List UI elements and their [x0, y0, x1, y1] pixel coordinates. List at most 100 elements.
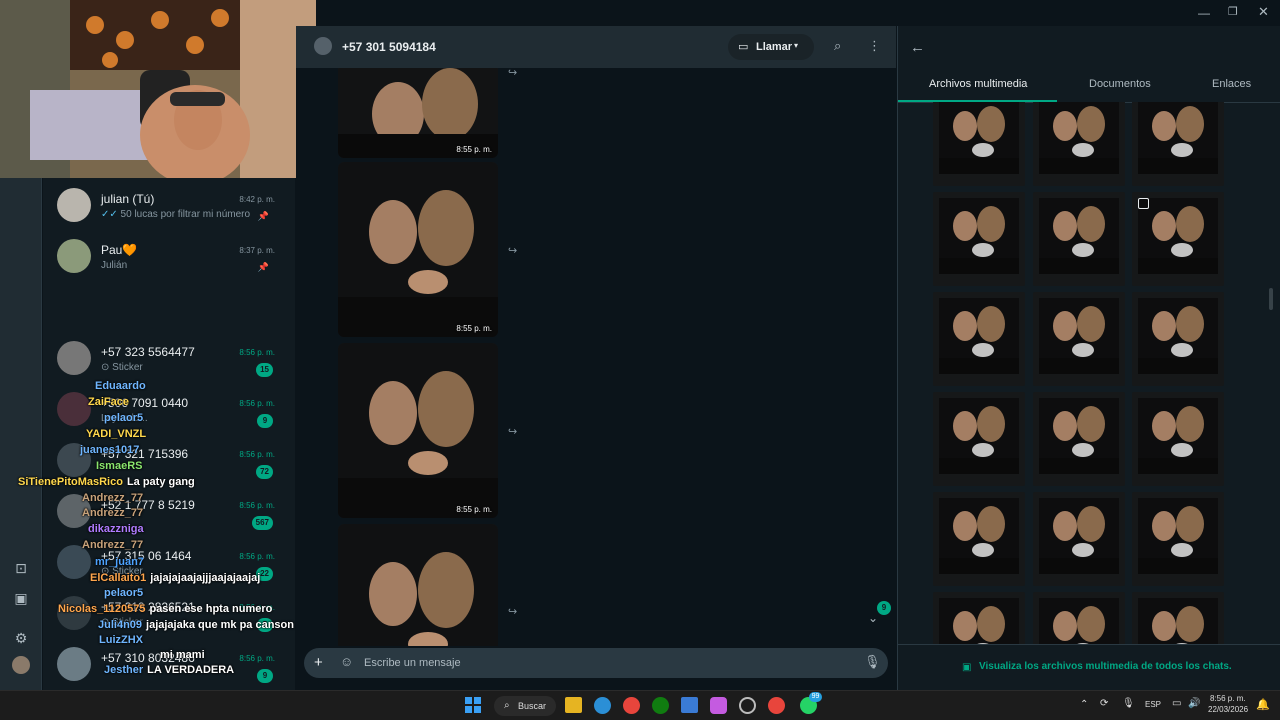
taskbar-search[interactable]: ⌕ Buscar: [494, 696, 556, 716]
minimize-icon[interactable]: —: [1198, 6, 1210, 20]
media-thumbnail[interactable]: [933, 492, 1025, 586]
microphone-icon[interactable]: 🎙: [864, 654, 881, 670]
media-thumbnail[interactable]: [933, 592, 1025, 644]
xbox-icon[interactable]: [652, 697, 669, 714]
edge-icon[interactable]: [594, 697, 611, 714]
volume-icon[interactable]: 🔊: [1188, 698, 1200, 709]
media-thumbnail[interactable]: [1033, 592, 1125, 644]
attach-plus-icon[interactable]: +: [314, 654, 323, 671]
scroll-down-icon[interactable]: ⌄: [868, 611, 878, 625]
thumbnail-image: [933, 192, 1025, 286]
avatar: [57, 188, 91, 222]
chrome-icon[interactable]: [623, 697, 640, 714]
forward-icon[interactable]: ↪: [508, 244, 517, 257]
image-message[interactable]: [338, 524, 498, 646]
pin-icon: 📌: [257, 262, 269, 272]
chat-name: julian (Tú): [101, 192, 155, 206]
emoji-icon[interactable]: ☺: [340, 654, 353, 669]
language-indicator[interactable]: ESP: [1145, 700, 1161, 709]
thumbnail-image: [1033, 292, 1125, 386]
media-thumbnail[interactable]: [933, 192, 1025, 286]
clock-time[interactable]: 8:56 p. m.: [1210, 694, 1246, 703]
search-label: Buscar: [518, 701, 547, 711]
chat-time: 8:56 p. m.: [239, 348, 275, 357]
back-arrow-icon[interactable]: ←: [910, 39, 925, 56]
message-input[interactable]: Escribe un mensaje: [364, 657, 461, 669]
media-thumbnail[interactable]: [1033, 492, 1125, 586]
chat-preview: ⊙ Sticker: [101, 362, 143, 373]
chat-item[interactable]: +57 323 5564477 ⊙ Sticker 8:56 p. m. 15: [43, 333, 295, 383]
stream-chat-line: Nicolas_1120575 pasen ese hpta numero: [58, 603, 273, 615]
tab-links[interactable]: Enlaces: [1212, 78, 1251, 90]
maximize-icon[interactable]: ❐: [1228, 5, 1238, 18]
thumbnail-image: [1132, 292, 1224, 386]
file-explorer-icon[interactable]: [565, 697, 582, 713]
copilot-icon[interactable]: [710, 697, 727, 714]
windows-start-icon[interactable]: [465, 697, 481, 713]
message-composer: + ☺ Escribe un mensaje 🎙: [304, 648, 888, 678]
stream-chat-line: Eduaardo: [95, 380, 146, 392]
thumbnail-image: [933, 492, 1025, 586]
forward-icon[interactable]: ↪: [508, 68, 517, 79]
thumbnail-image: [933, 392, 1025, 486]
call-button[interactable]: ▭ Llamar ▾: [728, 34, 814, 60]
stream-chat-line: YADI_VNZL: [86, 428, 147, 440]
chat-item[interactable]: Pau🧡 Julián 8:37 p. m. 📌: [43, 231, 295, 281]
notification-icon[interactable]: 🔔: [1256, 698, 1270, 711]
search-icon[interactable]: ⌕: [834, 38, 841, 54]
media-thumbnail[interactable]: [1132, 392, 1224, 486]
media-thumbnail[interactable]: [933, 392, 1025, 486]
tab-media[interactable]: Archivos multimedia: [929, 78, 1027, 90]
stream-chat-line: mr_juan7: [95, 556, 144, 568]
gallery-icon: ▣: [962, 662, 972, 673]
taskbar: ⌕ Buscar 99 ⌃ ⟳ 🎙 ESP ▭ 🔊 8:56 p. m. 22/…: [0, 690, 1280, 720]
thumbnail-image: [1033, 592, 1125, 644]
media-thumbnail[interactable]: [1132, 592, 1224, 644]
image-message[interactable]: 8:55 p. m.: [338, 68, 498, 158]
media-thumbnail[interactable]: [933, 102, 1025, 186]
chat-item[interactable]: julian (Tú) ✓✓ 50 lucas por filtrar mi n…: [43, 180, 295, 230]
image-message[interactable]: 8:55 p. m.: [338, 162, 498, 337]
forward-icon[interactable]: ↪: [508, 425, 517, 438]
mic-tray-icon[interactable]: 🎙: [1122, 698, 1135, 709]
network-icon[interactable]: ▭: [1172, 698, 1181, 709]
scrollbar-thumb[interactable]: [1269, 288, 1273, 310]
scrollbar[interactable]: [1269, 122, 1273, 642]
all-media-link[interactable]: Visualiza los archivos multimedia de tod…: [979, 661, 1232, 672]
media-thumbnail[interactable]: [1132, 492, 1224, 586]
whatsapp-badge: 99: [809, 692, 822, 702]
stream-chat-line: pelaor5: [104, 587, 144, 599]
tray-chevron-icon[interactable]: ⌃: [1080, 699, 1088, 710]
media-thumbnail[interactable]: [1033, 102, 1125, 186]
photos-icon[interactable]: [681, 697, 698, 713]
media-thumbnail[interactable]: [933, 292, 1025, 386]
obs-icon[interactable]: [739, 697, 756, 714]
contact-avatar[interactable]: [314, 37, 332, 55]
contact-title[interactable]: +57 301 5094184: [342, 40, 436, 54]
media-thumbnail[interactable]: [1132, 292, 1224, 386]
clock-date[interactable]: 22/03/2026: [1208, 705, 1248, 714]
menu-icon[interactable]: ⋮: [868, 38, 881, 54]
close-icon[interactable]: ✕: [1258, 4, 1269, 20]
stream-chat-line: ZaiFace: [88, 396, 129, 408]
select-checkbox[interactable]: [1138, 198, 1149, 209]
image-message[interactable]: 8:55 p. m.: [338, 343, 498, 518]
video-call-icon: ▭: [738, 41, 749, 53]
thumbnail-image: [933, 102, 1025, 186]
stream-chat-line: Juli4n09 jajajajaka que mk pa canson: [98, 619, 294, 631]
media-thumbnail[interactable]: [1033, 292, 1125, 386]
thumbnail-image: [1033, 192, 1125, 286]
thumbnail-image: [1132, 492, 1224, 586]
thumbnail-image: [933, 592, 1025, 644]
webcam-image: [0, 0, 316, 178]
chrome-icon[interactable]: [768, 697, 785, 714]
tab-documents[interactable]: Documentos: [1089, 78, 1151, 90]
media-thumbnail[interactable]: [1033, 192, 1125, 286]
stream-chat-line: Andrezz_77: [82, 507, 144, 519]
media-thumbnail[interactable]: [1033, 392, 1125, 486]
forward-icon[interactable]: ↪: [508, 605, 517, 618]
sync-icon[interactable]: ⟳: [1100, 698, 1108, 709]
media-grid: [933, 102, 1233, 644]
media-thumbnail[interactable]: [1132, 102, 1224, 186]
thumbnail-image: [933, 292, 1025, 386]
